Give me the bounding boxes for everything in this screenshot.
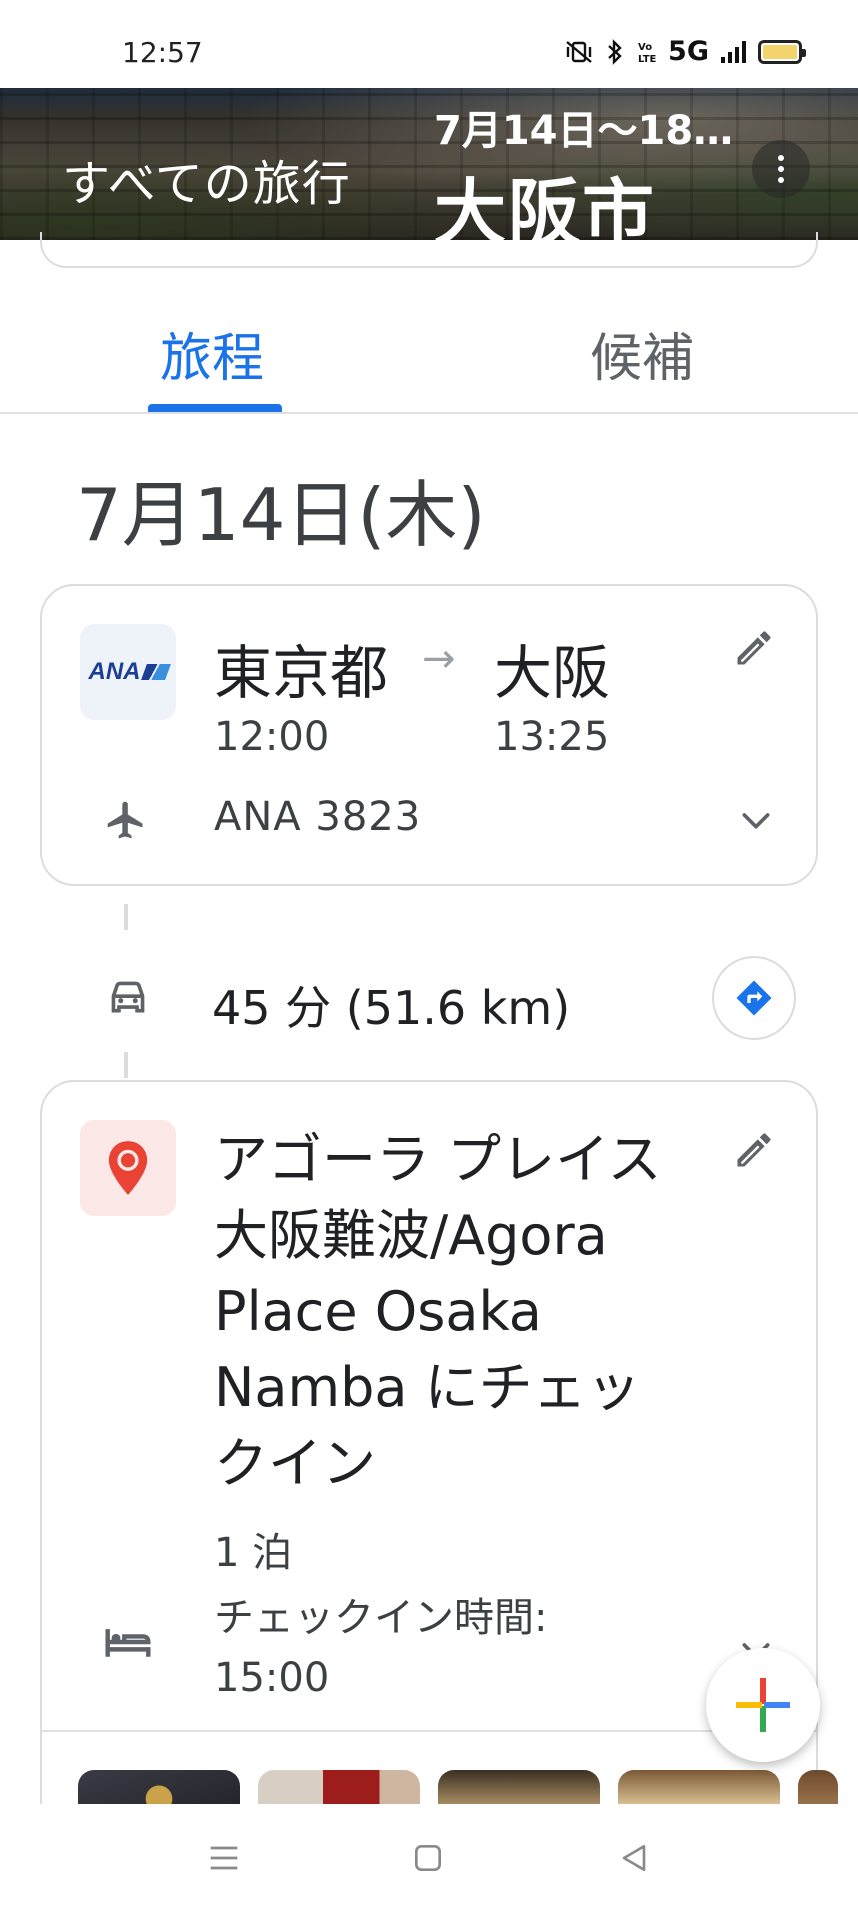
hotel-checkin-title: アゴーラ プレイス 大阪難波/Agora Place Osaka Namba に… <box>214 1128 662 1495</box>
airplane-icon <box>107 801 143 839</box>
day-date-heading: 7月14日(木) <box>76 473 486 557</box>
tab-selected-indicator <box>148 404 282 412</box>
flight-destination: 大阪 <box>494 639 611 707</box>
all-trips-link[interactable]: すべての旅行 <box>62 144 351 214</box>
volte-icon: VoLTE <box>638 42 656 65</box>
place-icon-box <box>80 1120 176 1216</box>
car-icon <box>111 981 145 1013</box>
checkin-time: チェックイン時間: 15:00 <box>214 1595 548 1701</box>
timeline-connector <box>124 904 128 930</box>
hotel-nights: 1 泊 <box>214 1530 293 1576</box>
hotel-card[interactable]: アゴーラ プレイス 大阪難波/Agora Place Osaka Namba に… <box>40 1080 838 1842</box>
trip-dates: 7月14日～18… <box>434 108 734 154</box>
flight-card[interactable]: ANA 東京都 → 大阪 12:00 13:25 ANA 3823 <box>40 584 818 886</box>
back-triangle-icon[interactable] <box>614 1838 654 1878</box>
status-icons: Vo LTE 5G <box>564 36 806 67</box>
tab-bar: 旅程 候補 <box>0 296 858 414</box>
trip-header: すべての旅行 7月14日～18… 大阪市 <box>0 88 858 240</box>
trip-city-title: 大阪市 <box>434 171 657 240</box>
svg-text:LTE: LTE <box>638 54 656 65</box>
status-time: 12:57 <box>122 36 203 69</box>
flight-departure-time: 12:00 <box>214 714 330 760</box>
svg-text:Vo: Vo <box>638 42 652 53</box>
more-vert-icon <box>778 155 784 183</box>
pencil-icon[interactable] <box>732 1128 776 1172</box>
divider <box>42 1730 816 1732</box>
status-bar: 12:57 Vo LTE 5G <box>0 0 858 88</box>
signal-icon <box>721 40 746 63</box>
network-type-label: 5G <box>668 36 709 67</box>
vibrate-icon <box>566 40 592 63</box>
menu-icon[interactable] <box>204 1838 244 1878</box>
flight-arrival-time: 13:25 <box>494 714 610 760</box>
header-card-edge <box>40 232 818 268</box>
flight-origin: 東京都 <box>214 639 389 707</box>
directions-icon <box>736 980 772 1016</box>
drive-segment: 45 分 (51.6 km) <box>0 950 858 1050</box>
airline-logo: ANA <box>80 624 176 720</box>
tab-itinerary[interactable]: 旅程 <box>160 316 264 391</box>
map-pin-icon <box>108 1141 148 1195</box>
flight-arrow: → <box>422 636 456 682</box>
bed-icon <box>105 1629 151 1657</box>
pencil-icon[interactable] <box>732 626 776 670</box>
drive-duration-distance: 45 分 (51.6 km) <box>212 981 571 1035</box>
chevron-down-icon[interactable] <box>736 800 776 840</box>
directions-button[interactable] <box>712 956 796 1040</box>
tab-candidates[interactable]: 候補 <box>590 316 694 391</box>
bluetooth-icon <box>608 38 622 65</box>
add-button[interactable] <box>706 1648 820 1762</box>
plus-icon <box>736 1678 790 1732</box>
flight-number: ANA 3823 <box>214 794 422 840</box>
battery-icon <box>758 39 806 64</box>
more-options-button[interactable] <box>752 140 810 198</box>
system-nav-bar <box>0 1804 858 1907</box>
home-square-icon[interactable] <box>408 1838 448 1878</box>
